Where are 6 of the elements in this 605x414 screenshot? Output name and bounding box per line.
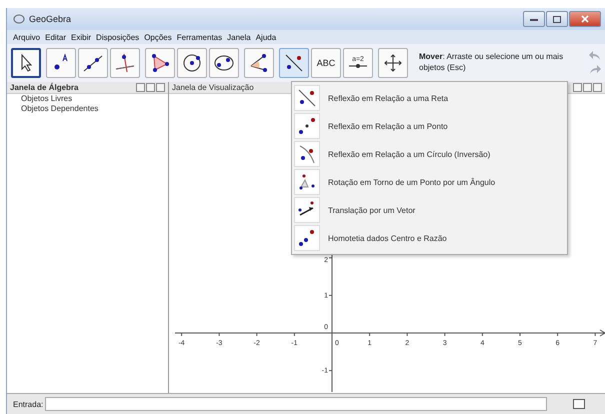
window-title: GeoGebra bbox=[29, 14, 72, 24]
panel-title: Janela de Visualização bbox=[172, 83, 255, 92]
panel-title: Janela de Álgebra bbox=[10, 83, 80, 92]
text-tool-label: ABC bbox=[316, 58, 336, 68]
input-label: Entrada: bbox=[13, 400, 44, 408]
tool-help-text: Mover: Arraste ou selecione um ou mais objetos (Esc) bbox=[419, 52, 564, 74]
